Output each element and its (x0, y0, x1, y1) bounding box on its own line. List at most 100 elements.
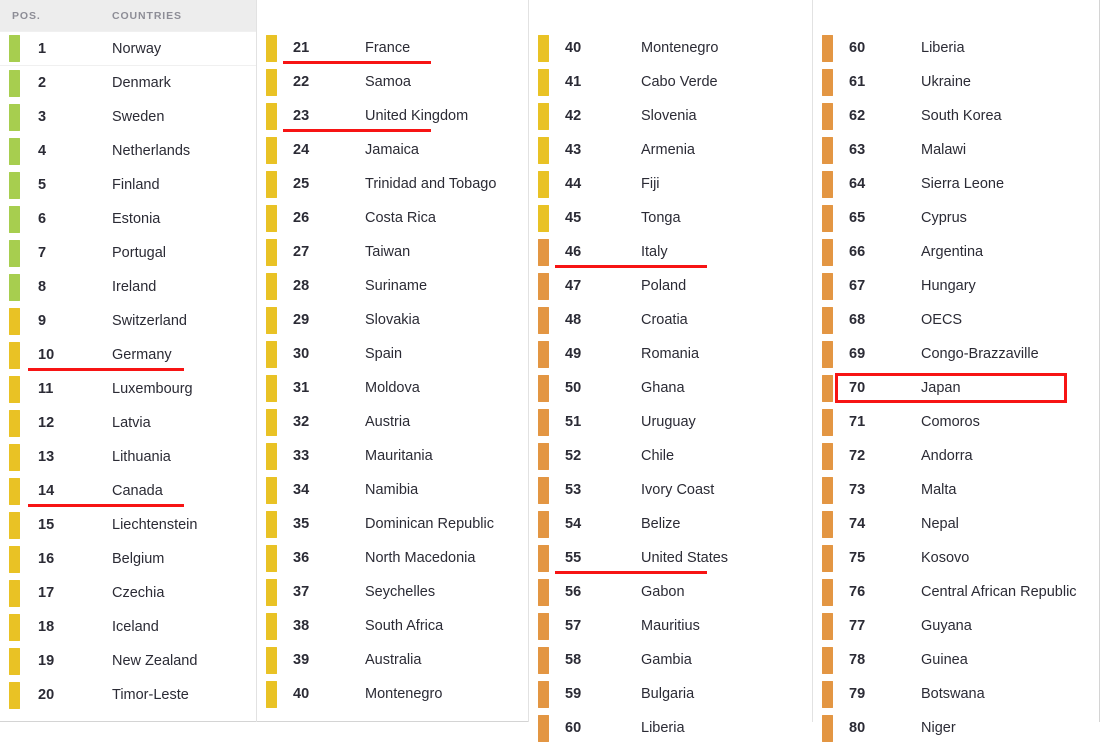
country-name[interactable]: United Kingdom (365, 108, 528, 124)
table-row[interactable]: 72 Andorra (813, 439, 1099, 473)
table-row[interactable]: 10 Germany (0, 338, 256, 372)
table-row[interactable]: 16 Belgium (0, 542, 256, 576)
table-row[interactable]: 68 OECS (813, 303, 1099, 337)
table-row[interactable]: 59 Bulgaria (529, 677, 812, 711)
table-row[interactable]: 55 United States (529, 541, 812, 575)
country-name[interactable]: Central African Republic (921, 584, 1099, 600)
table-row[interactable]: 8 Ireland (0, 270, 256, 304)
table-row[interactable]: 32 Austria (257, 405, 528, 439)
table-row[interactable]: 27 Taiwan (257, 235, 528, 269)
country-name[interactable]: Malawi (921, 142, 1099, 158)
country-name[interactable]: Cyprus (921, 210, 1099, 226)
table-row[interactable]: 44 Fiji (529, 167, 812, 201)
country-name[interactable]: Ivory Coast (641, 482, 812, 498)
country-name[interactable]: Iceland (112, 619, 256, 635)
country-name[interactable]: Slovenia (641, 108, 812, 124)
table-row[interactable]: 65 Cyprus (813, 201, 1099, 235)
table-row[interactable]: 76 Central African Republic (813, 575, 1099, 609)
table-row[interactable]: 74 Nepal (813, 507, 1099, 541)
country-name[interactable]: Uruguay (641, 414, 812, 430)
country-name[interactable]: Fiji (641, 176, 812, 192)
table-row[interactable]: 63 Malawi (813, 133, 1099, 167)
country-name[interactable]: United States (641, 550, 812, 566)
country-name[interactable]: Italy (641, 244, 812, 260)
table-row[interactable]: 1 Norway (0, 32, 256, 66)
table-row[interactable]: 29 Slovakia (257, 303, 528, 337)
country-name[interactable]: South Korea (921, 108, 1099, 124)
country-name[interactable]: Netherlands (112, 143, 256, 159)
table-row[interactable]: 57 Mauritius (529, 609, 812, 643)
country-name[interactable]: Guyana (921, 618, 1099, 634)
table-row[interactable]: 37 Seychelles (257, 575, 528, 609)
country-name[interactable]: Suriname (365, 278, 528, 294)
table-row[interactable]: 17 Czechia (0, 576, 256, 610)
country-name[interactable]: Jamaica (365, 142, 528, 158)
country-name[interactable]: Gabon (641, 584, 812, 600)
country-name[interactable]: Ireland (112, 279, 256, 295)
table-row[interactable]: 40 Montenegro (529, 31, 812, 65)
country-name[interactable]: New Zealand (112, 653, 256, 669)
table-row[interactable]: 28 Suriname (257, 269, 528, 303)
country-name[interactable]: Canada (112, 483, 256, 499)
table-row[interactable]: 11 Luxembourg (0, 372, 256, 406)
country-name[interactable]: Guinea (921, 652, 1099, 668)
country-name[interactable]: Comoros (921, 414, 1099, 430)
table-row[interactable]: 54 Belize (529, 507, 812, 541)
table-row[interactable]: 21 France (257, 31, 528, 65)
country-name[interactable]: Denmark (112, 75, 256, 91)
country-name[interactable]: North Macedonia (365, 550, 528, 566)
table-row[interactable]: 50 Ghana (529, 371, 812, 405)
country-name[interactable]: OECS (921, 312, 1099, 328)
country-name[interactable]: Germany (112, 347, 256, 363)
country-name[interactable]: Andorra (921, 448, 1099, 464)
country-name[interactable]: Mauritania (365, 448, 528, 464)
country-name[interactable]: Switzerland (112, 313, 256, 329)
country-name[interactable]: Latvia (112, 415, 256, 431)
country-name[interactable]: Namibia (365, 482, 528, 498)
table-row[interactable]: 61 Ukraine (813, 65, 1099, 99)
country-name[interactable]: Liberia (641, 720, 812, 736)
table-row[interactable]: 78 Guinea (813, 643, 1099, 677)
country-name[interactable]: Bulgaria (641, 686, 812, 702)
table-row[interactable]: 33 Mauritania (257, 439, 528, 473)
country-name[interactable]: Timor-Leste (112, 687, 256, 703)
country-name[interactable]: Norway (112, 41, 256, 57)
country-name[interactable]: Ukraine (921, 74, 1099, 90)
table-row[interactable]: 24 Jamaica (257, 133, 528, 167)
table-row[interactable]: 7 Portugal (0, 236, 256, 270)
table-row[interactable]: 13 Lithuania (0, 440, 256, 474)
table-row[interactable]: 58 Gambia (529, 643, 812, 677)
table-row[interactable]: 41 Cabo Verde (529, 65, 812, 99)
table-row[interactable]: 49 Romania (529, 337, 812, 371)
table-row[interactable]: 25 Trinidad and Tobago (257, 167, 528, 201)
country-name[interactable]: Armenia (641, 142, 812, 158)
country-name[interactable]: Romania (641, 346, 812, 362)
country-name[interactable]: Malta (921, 482, 1099, 498)
country-name[interactable]: Japan (921, 380, 1099, 396)
table-row[interactable]: 3 Sweden (0, 100, 256, 134)
table-row[interactable]: 40 Montenegro (257, 677, 528, 711)
country-name[interactable]: Liberia (921, 40, 1099, 56)
table-row[interactable]: 4 Netherlands (0, 134, 256, 168)
country-name[interactable]: Portugal (112, 245, 256, 261)
table-row[interactable]: 42 Slovenia (529, 99, 812, 133)
table-row[interactable]: 9 Switzerland (0, 304, 256, 338)
country-name[interactable]: Samoa (365, 74, 528, 90)
table-row[interactable]: 36 North Macedonia (257, 541, 528, 575)
country-name[interactable]: Ghana (641, 380, 812, 396)
country-name[interactable]: Liechtenstein (112, 517, 256, 533)
country-name[interactable]: Tonga (641, 210, 812, 226)
table-row[interactable]: 38 South Africa (257, 609, 528, 643)
table-row[interactable]: 75 Kosovo (813, 541, 1099, 575)
table-row[interactable]: 69 Congo-Brazzaville (813, 337, 1099, 371)
country-name[interactable]: Spain (365, 346, 528, 362)
country-name[interactable]: Estonia (112, 211, 256, 227)
table-row[interactable]: 18 Iceland (0, 610, 256, 644)
table-row[interactable]: 19 New Zealand (0, 644, 256, 678)
table-row[interactable]: 15 Liechtenstein (0, 508, 256, 542)
table-row[interactable]: 67 Hungary (813, 269, 1099, 303)
country-name[interactable]: Niger (921, 720, 1099, 736)
table-row[interactable]: 5 Finland (0, 168, 256, 202)
country-name[interactable]: Dominican Republic (365, 516, 528, 532)
table-row[interactable]: 30 Spain (257, 337, 528, 371)
